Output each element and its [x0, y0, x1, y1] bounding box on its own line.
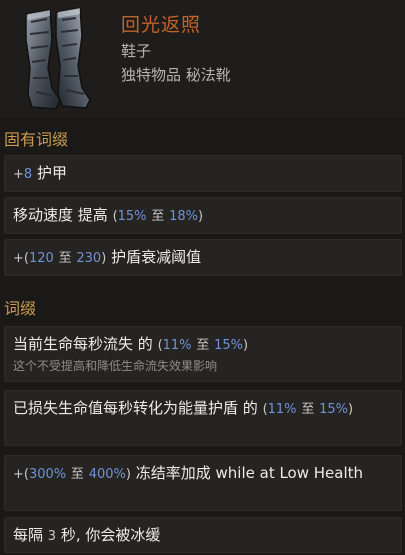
mod-text: 护甲: [36, 164, 67, 182]
implicit-section-title: 固有词缀: [4, 130, 69, 149]
mod-max: 230: [76, 251, 102, 266]
mod-max: 400%: [88, 467, 126, 482]
arcane-boots-icon: [25, 7, 91, 110]
mod-text: 护盾衰减阈值: [111, 248, 202, 266]
implicit-mod-shield-threshold: +(120 至 230) 护盾衰减阈值: [4, 239, 402, 276]
item-tooltip: 回光返照 鞋子 独特物品 秘法靴 固有词缀 +8 护甲 移动速度 提高 (15%…: [0, 0, 405, 555]
mod-min: 15%: [117, 209, 147, 224]
mod-min: 300%: [28, 467, 67, 482]
explicit-mod-energy-shield: 已损失生命值每秒转化为能量护盾 的 (11% 至 15%): [4, 390, 402, 446]
explicit-mod-chill: 每隔 3 秒, 你会被冰缓: [4, 517, 402, 553]
mod-text: 移动速度 提高: [13, 206, 108, 224]
mod-max: 18%: [169, 209, 199, 224]
mod-min: 120: [28, 251, 54, 266]
explicit-section-title: 词缀: [4, 299, 37, 318]
mod-text: 已损失生命值每秒转化为能量护盾 的: [13, 399, 258, 417]
mod-min: 11%: [162, 338, 192, 353]
mod-value: 8: [23, 167, 33, 182]
mod-min: 11%: [267, 402, 297, 417]
item-category: 独特物品 秘法靴: [121, 66, 231, 84]
implicit-mod-armour: +8 护甲: [4, 155, 402, 192]
item-name: 回光返照: [121, 14, 202, 36]
mod-text: 冻结率加成 while at Low Health: [135, 464, 364, 482]
mod-text: 当前生命每秒流失 的: [13, 335, 153, 353]
mod-value: 3: [47, 529, 57, 544]
item-base-type: 鞋子: [121, 42, 152, 60]
mod-max: 15%: [214, 338, 244, 353]
mod-text: 秒, 你会被冰缓: [60, 526, 161, 544]
mod-note: 这个不受提高和降低生命流失效果影响: [13, 359, 218, 373]
explicit-mod-life-loss: 当前生命每秒流失 的 (11% 至 15%) 这个不受提高和降低生命流失效果影响: [4, 326, 402, 382]
explicit-mod-freeze: +(300% 至 400%) 冻结率加成 while at Low Health: [4, 455, 402, 511]
mod-text: 每隔: [13, 526, 44, 544]
item-header: 回光返照 鞋子 独特物品 秘法靴: [0, 0, 405, 118]
mod-max: 15%: [319, 402, 349, 417]
implicit-mod-movement-speed: 移动速度 提高 (15% 至 18%): [4, 197, 402, 234]
